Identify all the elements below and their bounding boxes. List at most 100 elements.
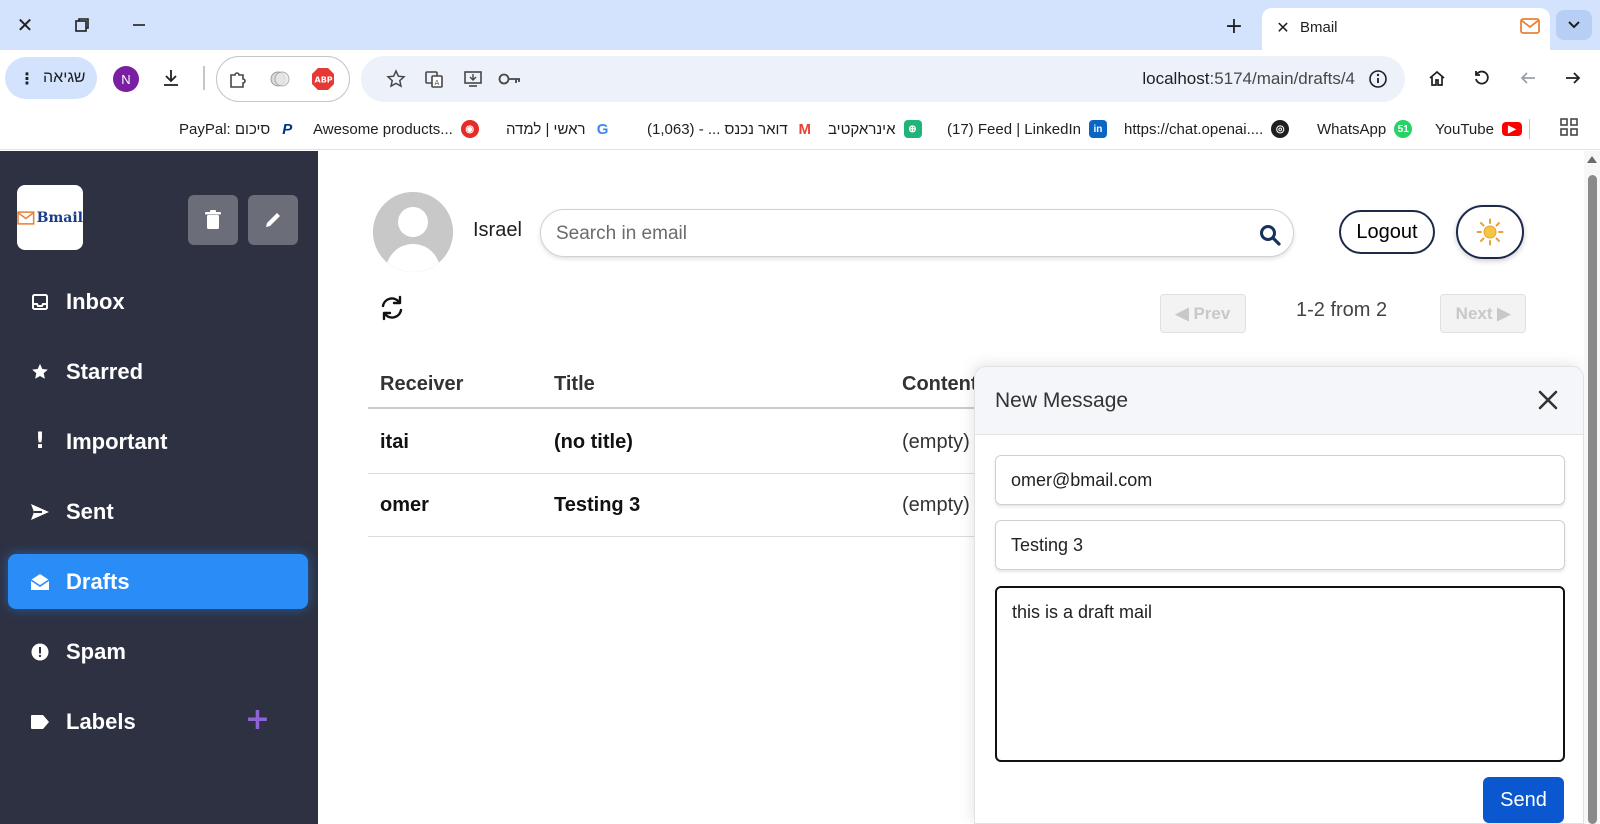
translate-icon[interactable]: A: [421, 66, 447, 92]
youtube-icon: ▶: [1501, 122, 1522, 136]
bookmark-label: YouTube: [1435, 120, 1494, 138]
delete-button[interactable]: [188, 195, 238, 245]
table-row[interactable]: itai (no title) (empty): [368, 411, 1008, 474]
to-field[interactable]: [995, 455, 1565, 505]
scroll-thumb[interactable]: [1588, 175, 1597, 824]
logo-envelope-icon: [17, 210, 35, 225]
bookmark-label: WhatsApp: [1317, 120, 1387, 138]
sidebar-item-label: Labels: [66, 708, 136, 734]
sidebar-item-important[interactable]: ! Important: [8, 414, 308, 469]
openai-icon: ◎: [1271, 120, 1290, 138]
whatsapp-icon: 51: [1394, 120, 1413, 138]
bookmark-openai[interactable]: https://chat.openai.... ◎: [1124, 116, 1290, 142]
table-row[interactable]: omer Testing 3 (empty): [368, 474, 1008, 537]
exclamation-icon: !: [34, 429, 46, 454]
bookmark-gmail[interactable]: דואר נכנס ... - (1,063) M: [647, 116, 814, 142]
new-tab-icon[interactable]: +: [1220, 12, 1248, 40]
sidebar-item-label: Inbox: [66, 288, 125, 314]
error-chip-label: שגיאה: [43, 69, 86, 86]
window-close-icon[interactable]: ✕: [9, 10, 41, 40]
send-button[interactable]: Send: [1483, 777, 1564, 823]
compose-panel: New Message this is a draft mail Send: [974, 366, 1584, 824]
page-scrollbar[interactable]: [1584, 151, 1600, 824]
logout-button[interactable]: Logout: [1339, 210, 1435, 254]
window-restore-icon[interactable]: [66, 10, 98, 40]
refresh-button[interactable]: [377, 293, 407, 323]
next-page-button[interactable]: Next ▶: [1440, 294, 1526, 333]
message-body-field[interactable]: this is a draft mail: [995, 586, 1565, 762]
label-icon: [30, 712, 50, 732]
cell-receiver: omer: [380, 494, 429, 516]
tab-close-icon[interactable]: ✕: [1272, 16, 1294, 38]
back-icon[interactable]: [1515, 65, 1541, 91]
bmail-logo[interactable]: Bmail: [17, 185, 83, 250]
forward-icon[interactable]: [1560, 65, 1586, 91]
compose-button[interactable]: [248, 195, 298, 245]
sidebar-item-label: Spam: [66, 638, 126, 664]
adblock-icon[interactable]: ABP: [310, 66, 336, 92]
search-input[interactable]: [556, 222, 1236, 246]
address-bar[interactable]: localhost:5174/main/drafts/4 A: [361, 56, 1405, 102]
bookmark-star-icon[interactable]: [383, 66, 409, 92]
google-icon: G: [593, 120, 612, 138]
bookmarks-bar: YouTube ▶ WhatsApp 51 https://chat.opena…: [0, 108, 1600, 150]
bookmark-label: PayPal: סיכום: [179, 120, 271, 138]
sidebar-item-inbox[interactable]: Inbox: [8, 274, 308, 329]
search-icon[interactable]: [1257, 222, 1283, 248]
home-icon[interactable]: [1424, 65, 1450, 91]
browser-error-chip[interactable]: ⋮ שגיאה: [5, 57, 97, 99]
column-header-content[interactable]: Content: [902, 373, 978, 396]
bookmark-label: ראשי | למדה: [506, 120, 586, 138]
gmail-icon: M: [795, 120, 814, 138]
sidebar-item-spam[interactable]: Spam: [8, 624, 308, 679]
svg-text:A: A: [435, 79, 440, 87]
bookmark-awesome-products[interactable]: Awesome products... ◉: [313, 116, 479, 142]
password-key-icon[interactable]: [497, 66, 523, 92]
extensions-puzzle-icon[interactable]: [225, 66, 251, 92]
extension-circles-icon[interactable]: [267, 66, 293, 92]
site-info-icon[interactable]: [1365, 66, 1391, 92]
sidebar-item-label: Starred: [66, 358, 144, 384]
refresh-icon: [381, 295, 403, 321]
cell-receiver: itai: [380, 431, 409, 453]
compose-close-icon[interactable]: [1533, 385, 1563, 415]
all-bookmarks-grid-icon[interactable]: [1556, 114, 1582, 140]
sidebar-item-labels[interactable]: Labels +: [8, 694, 308, 749]
install-app-icon[interactable]: [460, 66, 486, 92]
svg-text:ABP: ABP: [315, 76, 333, 85]
search-bar: [540, 209, 1294, 257]
bookmark-label: דואר נכנס ... - (1,063): [647, 120, 788, 138]
user-silhouette-icon: [373, 192, 453, 272]
add-label-icon[interactable]: +: [245, 705, 270, 735]
sun-icon: [1476, 218, 1504, 246]
bookmark-linkedin[interactable]: (17) Feed | LinkedIn in: [947, 116, 1107, 142]
column-header-title[interactable]: Title: [554, 373, 595, 396]
profile-avatar[interactable]: N: [113, 66, 139, 92]
browser-toolbar: localhost:5174/main/drafts/4 A ABP N ⋮ ש…: [0, 50, 1600, 108]
bookmark-label: Awesome products...: [313, 120, 453, 138]
scroll-up-arrow-icon[interactable]: [1587, 156, 1597, 163]
sidebar-item-drafts[interactable]: Drafts: [8, 554, 308, 609]
bookmark-google[interactable]: ראשי | למדה G: [506, 116, 612, 142]
theme-toggle-button[interactable]: [1456, 205, 1524, 259]
downloads-icon[interactable]: [158, 65, 184, 91]
bookmark-interactive[interactable]: אינראקטיב ⊕: [828, 116, 922, 142]
sidebar-item-starred[interactable]: Starred: [8, 344, 308, 399]
subject-field[interactable]: [995, 520, 1565, 570]
column-header-receiver[interactable]: Receiver: [380, 373, 463, 396]
envelope-open-icon: [30, 572, 50, 592]
bookmark-youtube[interactable]: YouTube ▶: [1435, 116, 1522, 142]
sidebar-item-sent[interactable]: Sent: [8, 484, 308, 539]
bookmark-paypal[interactable]: PayPal: סיכום P: [179, 116, 297, 142]
bookmark-label: https://chat.openai....: [1124, 120, 1264, 138]
bookmark-whatsapp[interactable]: WhatsApp 51: [1317, 116, 1413, 142]
sidebar: Bmail Inbox Starred ! Important Sent Dra…: [0, 151, 318, 824]
window-minimize-icon[interactable]: [123, 10, 155, 40]
tab-search-icon[interactable]: [1556, 10, 1592, 40]
pagination-info: 1-2 from 2: [1296, 299, 1388, 321]
reload-icon[interactable]: [1469, 65, 1495, 91]
prev-page-button[interactable]: ◀ Prev: [1160, 294, 1246, 333]
avatar[interactable]: [373, 192, 453, 272]
browser-tab-bmail[interactable]: ✕ Bmail: [1262, 8, 1550, 50]
bmail-favicon-icon: [1520, 18, 1540, 39]
